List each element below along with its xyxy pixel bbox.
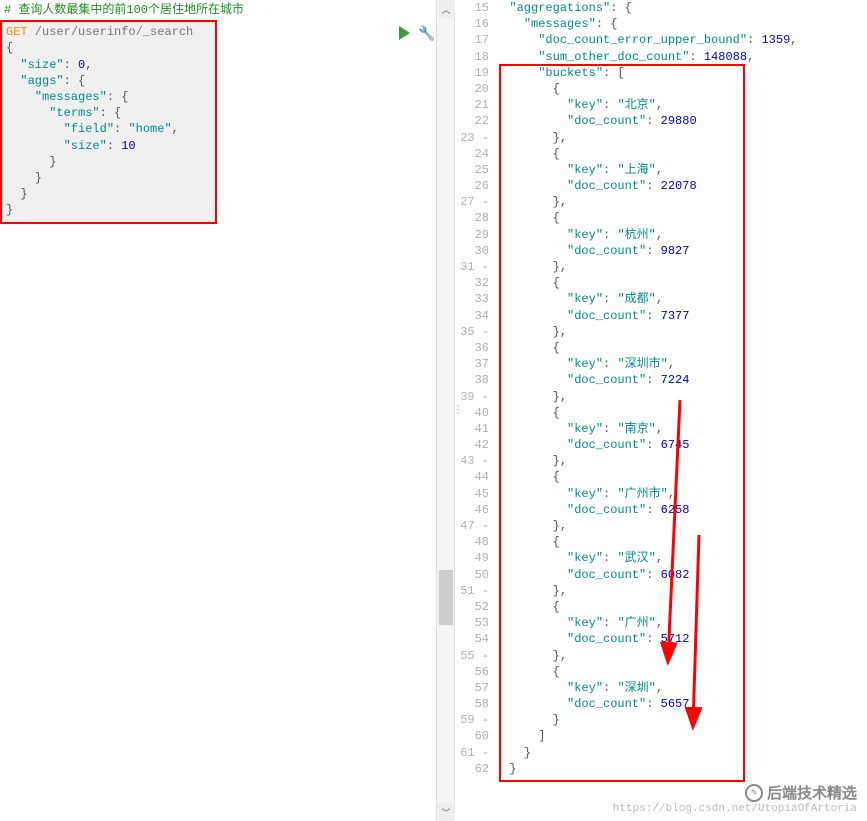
scroll-up-icon[interactable]: ︿ bbox=[437, 0, 455, 18]
run-query-icon[interactable] bbox=[399, 26, 410, 40]
response-line: }, bbox=[495, 194, 867, 210]
response-line: { bbox=[495, 664, 867, 680]
response-line: "doc_count": 6258 bbox=[495, 502, 867, 518]
response-line: }, bbox=[495, 389, 867, 405]
response-line: }, bbox=[495, 130, 867, 146]
query-body-line: "field": "home", bbox=[6, 121, 211, 137]
response-line: "key": "上海", bbox=[495, 162, 867, 178]
response-line: ] bbox=[495, 728, 867, 744]
watermark-title: 后端技术精选 bbox=[767, 782, 857, 803]
response-line: "key": "广州", bbox=[495, 615, 867, 631]
response-line: "doc_count": 9827 bbox=[495, 243, 867, 259]
comment-line: # 查询人数最集中的前100个居住地所在城市 bbox=[0, 0, 454, 20]
response-line: { bbox=[495, 81, 867, 97]
query-body-line: "size": 10 bbox=[6, 138, 211, 154]
response-line: "doc_count": 29880 bbox=[495, 113, 867, 129]
response-line: "key": "南京", bbox=[495, 421, 867, 437]
query-body-line: } bbox=[6, 186, 211, 202]
response-line: }, bbox=[495, 453, 867, 469]
request-path: /user/userinfo/_search bbox=[28, 25, 194, 39]
response-line: "sum_other_doc_count": 148088, bbox=[495, 49, 867, 65]
response-line: } bbox=[495, 712, 867, 728]
query-body-line: "messages": { bbox=[6, 89, 211, 105]
response-line: { bbox=[495, 469, 867, 485]
response-line: "doc_count": 22078 bbox=[495, 178, 867, 194]
query-body-line: "size": 0, bbox=[6, 57, 211, 73]
response-line: { bbox=[495, 340, 867, 356]
response-line: "doc_count": 5712 bbox=[495, 631, 867, 647]
response-line: }, bbox=[495, 583, 867, 599]
query-body-line: { bbox=[6, 40, 211, 56]
response-line: "key": "武汉", bbox=[495, 550, 867, 566]
response-line: { bbox=[495, 210, 867, 226]
response-line: }, bbox=[495, 648, 867, 664]
query-body-line: } bbox=[6, 154, 211, 170]
scroll-thumb[interactable] bbox=[439, 570, 453, 625]
response-editor[interactable]: "aggregations": { "messages": { "doc_cou… bbox=[495, 0, 867, 777]
request-toolbar: 🔧 bbox=[399, 26, 432, 40]
watermark: ✎后端技术精选 https://blog.csdn.net/UtopiaOfAr… bbox=[613, 782, 857, 815]
response-line: "messages": { bbox=[495, 16, 867, 32]
response-line: }, bbox=[495, 518, 867, 534]
query-body-line: "aggs": { bbox=[6, 73, 211, 89]
response-line: }, bbox=[495, 259, 867, 275]
panel-resize-handle[interactable]: ⋮ bbox=[453, 408, 463, 413]
query-body-line: } bbox=[6, 170, 211, 186]
response-line: "key": "杭州", bbox=[495, 227, 867, 243]
query-highlight-box: GET /user/userinfo/_search { "size": 0, … bbox=[0, 20, 217, 224]
response-line: } bbox=[495, 761, 867, 777]
request-editor[interactable]: # 查询人数最集中的前100个居住地所在城市 GET /user/userinf… bbox=[0, 0, 454, 224]
line-gutter: 151617181920212223 -24252627 -28293031 -… bbox=[457, 0, 495, 777]
response-line: { bbox=[495, 275, 867, 291]
response-line: { bbox=[495, 534, 867, 550]
response-line: "doc_count": 6082 bbox=[495, 567, 867, 583]
request-panel: # 查询人数最集中的前100个居住地所在城市 GET /user/userinf… bbox=[0, 0, 455, 821]
scroll-down-icon[interactable]: ﹀ bbox=[437, 803, 455, 821]
query-body-line: "terms": { bbox=[6, 105, 211, 121]
response-line: "key": "深圳市", bbox=[495, 356, 867, 372]
query-body-line: } bbox=[6, 202, 211, 218]
watermark-logo-icon: ✎ bbox=[745, 784, 763, 802]
response-line: } bbox=[495, 745, 867, 761]
response-line: "aggregations": { bbox=[495, 0, 867, 16]
response-line: "doc_count": 7224 bbox=[495, 372, 867, 388]
response-line: "key": "广州市", bbox=[495, 486, 867, 502]
response-line: "doc_count": 7377 bbox=[495, 308, 867, 324]
http-method: GET bbox=[6, 25, 28, 39]
response-line: "key": "北京", bbox=[495, 97, 867, 113]
response-line: "key": "深圳", bbox=[495, 680, 867, 696]
response-line: "doc_count_error_upper_bound": 1359, bbox=[495, 32, 867, 48]
watermark-url: https://blog.csdn.net/UtopiaOfArtoria bbox=[613, 803, 857, 815]
left-scrollbar[interactable]: ︿ ﹀ bbox=[436, 0, 454, 821]
response-line: { bbox=[495, 599, 867, 615]
response-line: "doc_count": 5657 bbox=[495, 696, 867, 712]
request-line: GET /user/userinfo/_search bbox=[6, 24, 211, 40]
response-line: "doc_count": 6745 bbox=[495, 437, 867, 453]
response-line: "key": "成都", bbox=[495, 291, 867, 307]
response-line: "buckets": [ bbox=[495, 65, 867, 81]
wrench-icon[interactable]: 🔧 bbox=[418, 26, 432, 40]
response-line: { bbox=[495, 146, 867, 162]
response-line: { bbox=[495, 405, 867, 421]
response-panel: ⋮ 151617181920212223 -24252627 -28293031… bbox=[455, 0, 867, 821]
response-line: }, bbox=[495, 324, 867, 340]
